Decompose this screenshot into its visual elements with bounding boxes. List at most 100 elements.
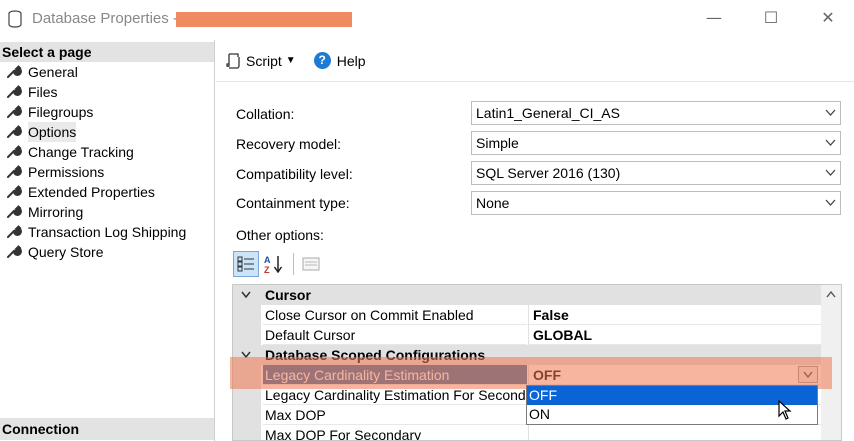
property-row[interactable]: Max DOP For Secondary xyxy=(233,425,821,440)
collation-combo[interactable]: Latin1_General_CI_AS xyxy=(471,101,841,125)
category-row-cursor[interactable]: Cursor xyxy=(233,285,821,305)
page-item-query-store[interactable]: Query Store xyxy=(0,242,214,262)
help-icon: ? xyxy=(313,52,331,69)
page-item-options[interactable]: Options xyxy=(0,122,214,142)
page-item-label: Files xyxy=(28,84,58,100)
wrench-icon xyxy=(7,145,22,158)
wrench-icon xyxy=(7,205,22,218)
chevron-down-icon xyxy=(825,139,836,146)
database-icon xyxy=(8,10,22,28)
connection-header: Connection xyxy=(0,418,214,440)
property-name: Max DOP For Secondary xyxy=(263,425,527,440)
page-item-label: Options xyxy=(28,122,77,142)
script-icon xyxy=(226,52,240,69)
recovery-model-label: Recovery model: xyxy=(236,136,342,152)
wrench-icon xyxy=(7,85,22,98)
value-dropdown-list[interactable]: OFF ON xyxy=(526,385,818,425)
wrench-icon xyxy=(7,185,22,198)
property-name: Max DOP xyxy=(263,405,527,425)
row-gutter xyxy=(233,405,261,425)
categorized-button[interactable] xyxy=(233,251,259,277)
property-value[interactable] xyxy=(528,425,821,440)
redacted-server-name xyxy=(176,12,352,27)
collation-value: Latin1_General_CI_AS xyxy=(476,105,620,121)
alphabetical-sort-button[interactable]: A Z xyxy=(261,251,287,277)
vertical-scrollbar[interactable] xyxy=(821,285,841,440)
dropdown-option-on[interactable]: ON xyxy=(527,405,817,424)
wrench-icon xyxy=(7,65,22,78)
collapse-chevron-icon[interactable] xyxy=(241,291,251,299)
property-name: Legacy Cardinality Estimation For Second… xyxy=(263,387,527,405)
compatibility-level-value: SQL Server 2016 (130) xyxy=(476,165,621,181)
wrench-icon xyxy=(7,245,22,258)
page-item-label: Query Store xyxy=(28,244,104,260)
chevron-down-icon xyxy=(825,109,836,116)
containment-type-label: Containment type: xyxy=(236,195,350,211)
page-item-label: Permissions xyxy=(28,164,105,180)
title-bar: Database Properties - — ☐ ✕ xyxy=(0,0,854,38)
property-value[interactable]: GLOBAL xyxy=(528,325,821,345)
left-pane: Select a page General Files Filegroups Opti… xyxy=(0,40,215,441)
property-value[interactable]: OFF xyxy=(528,365,821,385)
property-row[interactable]: Close Cursor on Commit Enabled False xyxy=(233,305,821,325)
categorized-icon xyxy=(237,256,254,272)
toolbar: Script ▼ ? Help xyxy=(216,40,854,82)
script-button[interactable]: Script ▼ xyxy=(226,53,304,69)
help-label: Help xyxy=(336,52,366,69)
row-gutter xyxy=(233,325,261,345)
page-item-change-tracking[interactable]: Change Tracking xyxy=(0,142,214,162)
row-gutter xyxy=(233,365,261,385)
property-value[interactable]: False xyxy=(528,305,821,325)
minimize-button[interactable]: — xyxy=(694,4,734,32)
wrench-icon xyxy=(7,225,22,238)
page-item-label: Change Tracking xyxy=(28,144,134,160)
row-gutter xyxy=(233,425,261,440)
close-button[interactable]: ✕ xyxy=(808,4,848,32)
collapse-chevron-icon[interactable] xyxy=(241,351,251,359)
script-dropdown-arrow-icon[interactable]: ▼ xyxy=(286,55,296,66)
page-item-mirroring[interactable]: Mirroring xyxy=(0,202,214,222)
category-row-database-scoped-configurations[interactable]: Database Scoped Configurations xyxy=(233,345,821,365)
scroll-up-icon[interactable] xyxy=(826,291,836,298)
page-item-label: Mirroring xyxy=(28,204,84,220)
script-label: Script xyxy=(246,52,282,69)
chevron-down-icon xyxy=(825,169,836,176)
property-name: Default Cursor xyxy=(263,325,527,345)
property-row[interactable]: Default Cursor GLOBAL xyxy=(233,325,821,345)
containment-type-value: None xyxy=(476,195,510,211)
svg-text:A: A xyxy=(264,255,271,265)
containment-type-combo[interactable]: None xyxy=(471,191,841,215)
sort-az-icon: A Z xyxy=(264,255,283,274)
maximize-button[interactable]: ☐ xyxy=(751,4,791,32)
property-pages-icon xyxy=(302,257,320,271)
value-dropdown-button[interactable] xyxy=(798,366,818,383)
page-item-files[interactable]: Files xyxy=(0,82,214,102)
page-item-filegroups[interactable]: Filegroups xyxy=(0,102,214,122)
page-list: General Files Filegroups Options Change Trac… xyxy=(0,62,214,262)
recovery-model-combo[interactable]: Simple xyxy=(471,131,841,155)
category-name: Database Scoped Configurations xyxy=(265,347,486,363)
compatibility-level-combo[interactable]: SQL Server 2016 (130) xyxy=(471,161,841,185)
page-item-extended-properties[interactable]: Extended Properties xyxy=(0,182,214,202)
page-item-label: Filegroups xyxy=(28,104,94,120)
help-button[interactable]: ? Help xyxy=(313,52,366,69)
wrench-icon xyxy=(7,105,22,118)
row-gutter xyxy=(233,385,261,405)
page-item-transaction-log-shipping[interactable]: Transaction Log Shipping xyxy=(0,222,214,242)
property-pages-button[interactable] xyxy=(298,251,324,277)
property-name: Legacy Cardinality Estimation xyxy=(263,365,527,385)
page-item-general[interactable]: General xyxy=(0,62,214,82)
grid-toolbar: A Z xyxy=(233,251,326,277)
page-item-label: Extended Properties xyxy=(28,184,155,200)
svg-text:Z: Z xyxy=(264,265,270,274)
wrench-icon xyxy=(7,125,22,138)
compatibility-level-label: Compatibility level: xyxy=(236,166,353,182)
collation-label: Collation: xyxy=(236,106,295,122)
category-name: Cursor xyxy=(265,287,311,303)
dropdown-option-off[interactable]: OFF xyxy=(527,386,817,405)
page-item-permissions[interactable]: Permissions xyxy=(0,162,214,182)
wrench-icon xyxy=(7,165,22,178)
other-options-label: Other options: xyxy=(236,227,324,243)
property-name: Close Cursor on Commit Enabled xyxy=(263,305,527,325)
property-row-selected[interactable]: Legacy Cardinality Estimation OFF xyxy=(233,365,821,385)
